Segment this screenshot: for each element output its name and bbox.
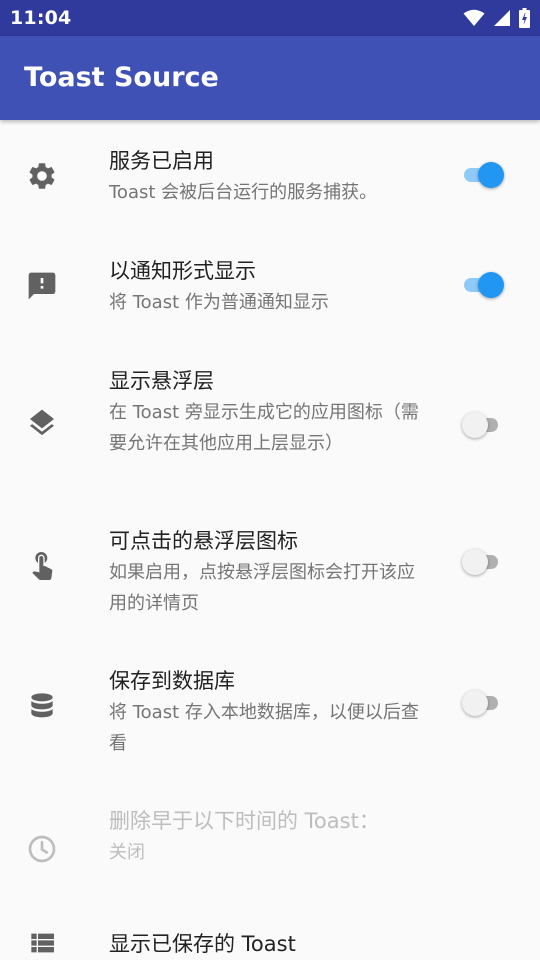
setting-summary: 在 Toast 旁显示生成它的应用图标（需要允许在其他应用上层显示） [109,402,419,454]
setting-summary: 关闭 [109,842,145,863]
setting-show-saved-toasts[interactable]: 显示已保存的 Toast [0,910,540,960]
setting-show-overlay[interactable]: 显示悬浮层 在 Toast 旁显示生成它的应用图标（需要允许在其他应用上层显示） [0,340,540,500]
setting-delete-older-than[interactable]: 删除早于以下时间的 Toast： 关闭 [0,780,540,910]
setting-summary: 将 Toast 作为普通通知显示 [109,292,329,313]
clock-icon [26,833,58,865]
setting-save-to-database[interactable]: 保存到数据库 将 Toast 存入本地数据库，以便以后查看 [0,640,540,780]
database-icon [26,690,58,722]
gear-icon [26,160,58,192]
setting-title: 以通知形式显示 [109,259,256,283]
battery-icon [519,8,530,28]
status-time: 11:04 [10,7,72,29]
setting-show-as-notification[interactable]: 以通知形式显示 将 Toast 作为普通通知显示 [0,230,540,340]
setting-title: 服务已启用 [109,149,214,173]
setting-service-enabled[interactable]: 服务已启用 Toast 会被后台运行的服务捕获。 [0,120,540,230]
app-bar: Toast Source [0,36,540,120]
clickable-icon-switch[interactable] [462,545,510,579]
switch-thumb [478,272,504,298]
setting-summary: 将 Toast 存入本地数据库，以便以后查看 [109,702,419,754]
signal-icon [493,9,511,27]
setting-title: 保存到数据库 [109,669,235,693]
status-bar: 11:04 [0,0,540,36]
overlay-switch[interactable] [462,408,510,442]
notification-alert-icon [26,270,58,302]
app-title: Toast Source [24,62,219,93]
wifi-icon [463,9,485,27]
notification-switch[interactable] [462,268,510,302]
setting-title: 删除早于以下时间的 Toast： [109,809,380,833]
setting-title: 显示已保存的 Toast [109,932,296,956]
switch-thumb [462,549,488,575]
setting-summary: Toast 会被后台运行的服务捕获。 [109,182,378,203]
save-database-switch[interactable] [462,686,510,720]
setting-title: 可点击的悬浮层图标 [109,529,298,553]
layers-icon [26,407,58,439]
list-icon [26,927,58,959]
setting-clickable-overlay-icon[interactable]: 可点击的悬浮层图标 如果启用，点按悬浮层图标会打开该应用的详情页 [0,500,540,640]
touch-icon [26,548,58,580]
switch-thumb [462,690,488,716]
setting-summary: 如果启用，点按悬浮层图标会打开该应用的详情页 [109,562,415,614]
service-enabled-switch[interactable] [462,158,510,192]
switch-thumb [478,162,504,188]
setting-title: 显示悬浮层 [109,369,214,393]
switch-thumb [462,412,488,438]
